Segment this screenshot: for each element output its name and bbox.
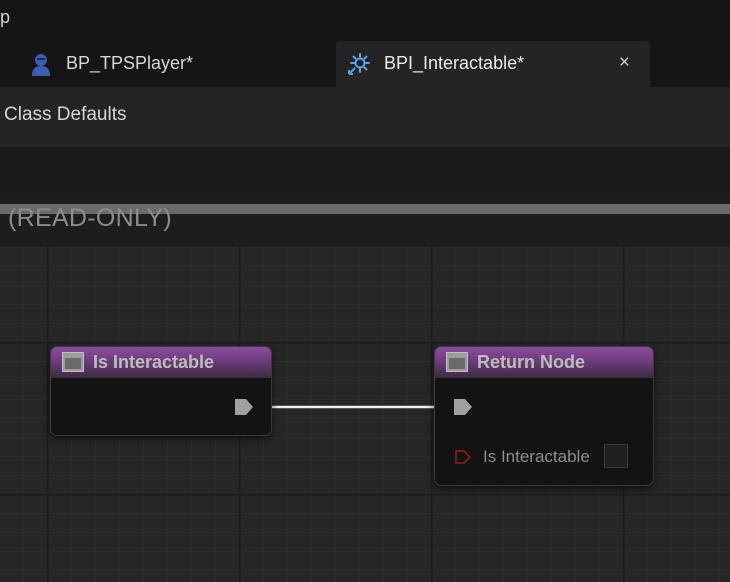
function-icon xyxy=(446,352,468,372)
output-pin-label: Is Interactable xyxy=(483,447,590,466)
blueprint-interface-icon xyxy=(348,53,370,75)
node-title: Is Interactable xyxy=(93,352,215,372)
exec-output-pin-icon[interactable] xyxy=(233,397,255,417)
node-is-interactable[interactable]: Is Interactable xyxy=(50,346,272,436)
graph-canvas[interactable]: (READ-ONLY) Is Interactable Return Node … xyxy=(0,191,730,582)
read-only-label: (READ-ONLY) xyxy=(8,204,172,232)
node-title: Return Node xyxy=(477,352,585,372)
tab-bp-tpsplayer[interactable]: BP_TPSPlayer* xyxy=(0,41,330,87)
player-pawn-icon xyxy=(32,54,50,76)
tab-label: BP_TPSPlayer* xyxy=(66,53,194,73)
menu-fragment[interactable]: p xyxy=(0,7,10,28)
function-icon xyxy=(62,352,84,372)
tab-bpi-interactable[interactable]: BPI_Interactable* × xyxy=(336,41,650,87)
toolbar-secondary xyxy=(0,147,730,191)
class-defaults-button[interactable]: Class Defaults xyxy=(4,104,127,126)
exec-input-pin-icon[interactable] xyxy=(452,397,474,417)
node-header: Return Node xyxy=(435,347,653,378)
close-icon[interactable]: × xyxy=(619,52,630,74)
node-header: Is Interactable xyxy=(51,347,271,378)
toolbar: Class Defaults xyxy=(0,87,730,147)
bool-checkbox[interactable] xyxy=(604,444,628,468)
node-return[interactable]: Return Node Is Interactable xyxy=(434,346,654,486)
bool-pin-icon[interactable] xyxy=(455,450,471,464)
tab-label: BPI_Interactable* xyxy=(384,53,525,73)
title-bar: p xyxy=(0,0,730,40)
read-only-banner: (READ-ONLY) xyxy=(0,191,730,247)
